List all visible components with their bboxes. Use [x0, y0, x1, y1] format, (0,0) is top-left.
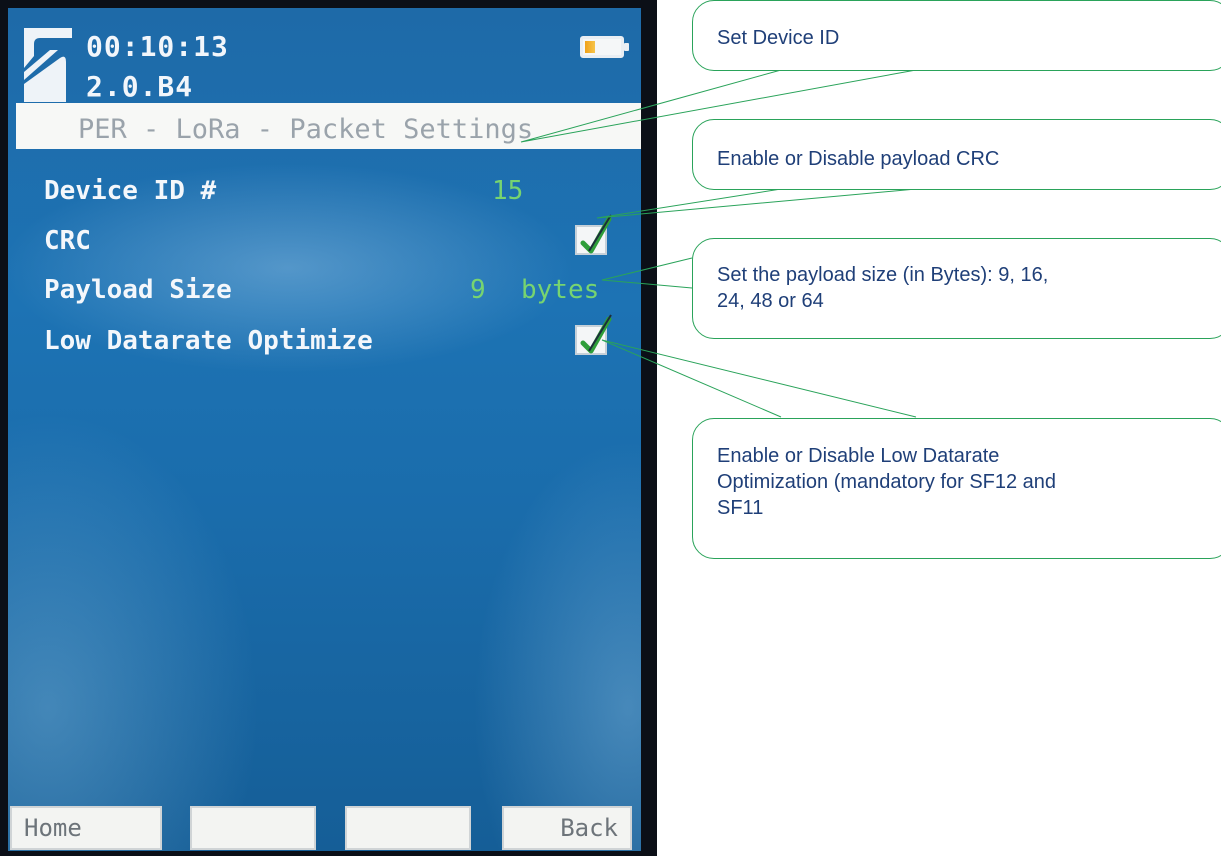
callout-payload-size-line1: Set the payload size (in Bytes): 9, 16, — [717, 264, 1049, 286]
callout-low-datarate-line3: SF11 — [717, 497, 764, 519]
callout-low-datarate-line2: Optimization (mandatory for SF12 and — [717, 471, 1057, 493]
callout-payload-size-line2: 24, 48 or 64 — [717, 290, 824, 312]
callout-set-device-id-text: Set Device ID — [717, 27, 840, 49]
callout-low-datarate-line1: Enable or Disable Low Datarate — [717, 445, 1000, 467]
callout-payload-crc-text: Enable or Disable payload CRC — [717, 148, 1000, 170]
